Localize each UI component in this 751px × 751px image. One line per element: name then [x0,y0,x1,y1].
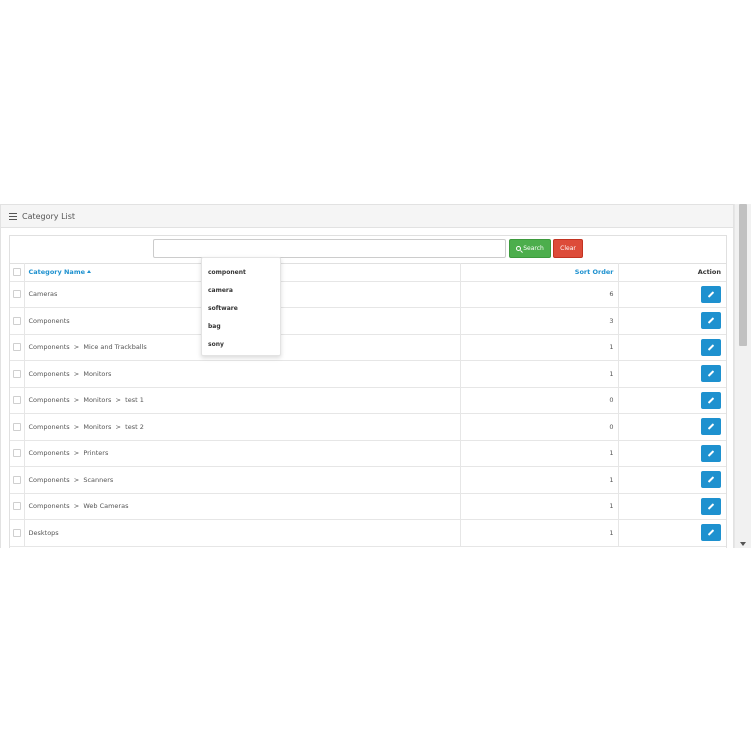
pencil-icon [707,397,715,404]
row-sort-order: 3 [460,307,619,335]
table-row: Components > Monitors 1 [10,360,726,388]
row-sort-order: 0 [460,413,619,441]
row-checkbox[interactable] [12,449,21,458]
row-sort-order: 1 [460,440,619,467]
edit-button[interactable] [701,365,721,383]
row-category-name: Components > Monitors > test 1 [24,387,461,414]
clear-button[interactable]: Clear [553,239,583,258]
row-checkbox[interactable] [12,290,21,299]
header-action-label: Action [697,267,721,276]
edit-button[interactable] [701,418,721,436]
table-row: Components > Scanners 1 [10,466,726,494]
pencil-icon [707,291,715,298]
search-input[interactable] [153,239,506,258]
row-sort-order: 0 [460,387,619,414]
pencil-icon [707,476,715,483]
table-row: Components > Web Cameras 1 [10,493,726,520]
pencil-icon [707,503,715,510]
autocomplete-item[interactable]: component [202,263,280,281]
row-checkbox[interactable] [12,422,21,431]
edit-button[interactable] [701,524,721,542]
row-sort-order: 1 [460,360,619,388]
table-row: Components > Printers 1 [10,440,726,467]
scroll-down-arrow-icon[interactable] [740,542,746,546]
search-icon [516,246,522,251]
table-row: Desktops 1 [10,519,726,547]
row-category-name: Components > Web Cameras [24,493,461,520]
autocomplete-item[interactable]: software [202,299,280,317]
page-frame: Category List Search Clear Category Name… [0,204,751,548]
caret-up-icon [87,270,92,274]
edit-button[interactable] [701,285,721,303]
header-category-name-label: Category Name [28,267,86,276]
edit-button[interactable] [701,338,721,356]
row-sort-order: 1 [460,493,619,520]
category-list-panel: Category List Search Clear Category Name… [0,204,734,548]
table-header-row: Category Name Sort Order Action [10,263,726,282]
header-sort-order[interactable]: Sort Order [460,263,619,282]
search-button-label: Search [523,245,544,252]
edit-button[interactable] [701,497,721,515]
header-sort-order-label: Sort Order [574,267,614,276]
row-category-name: Components > Printers [24,440,461,467]
category-table-area: Search Clear Category Name Sort Order Ac… [9,235,727,548]
search-row: Search Clear [10,236,726,264]
row-category-name: Components > Monitors > test 2 [24,413,461,441]
table-row: Cameras 6 [10,281,726,308]
row-checkbox[interactable] [12,528,21,537]
row-checkbox[interactable] [12,343,21,352]
pencil-icon [707,344,715,351]
row-category-name: Components > Monitors [24,360,461,388]
autocomplete-item[interactable]: bag [202,318,280,336]
row-sort-order: 6 [460,281,619,308]
row-sort-order: 1 [460,519,619,547]
pencil-icon [707,370,715,377]
pencil-icon [707,529,715,536]
pencil-icon [707,450,715,457]
category-table: Category Name Sort Order Action Cameras [10,263,726,547]
row-sort-order: 1 [460,334,619,361]
scrollbar-thumb[interactable] [739,204,747,346]
search-button[interactable]: Search [509,239,551,258]
table-row: Components > Monitors > test 1 0 [10,387,726,414]
row-checkbox[interactable] [12,316,21,325]
panel-heading: Category List [1,205,733,228]
row-checkbox[interactable] [12,502,21,511]
row-checkbox[interactable] [12,475,21,484]
header-action: Action [618,263,726,282]
autocomplete-dropdown: component camera software bag sony [201,257,281,356]
edit-button[interactable] [701,312,721,330]
list-icon [9,212,17,220]
edit-button[interactable] [701,471,721,489]
pencil-icon [707,423,715,430]
pencil-icon [707,317,715,324]
autocomplete-item[interactable]: camera [202,281,280,299]
row-category-name: Desktops [24,519,461,547]
edit-button[interactable] [701,391,721,409]
table-row: Components 3 [10,307,726,335]
header-select-cell [10,263,25,282]
edit-button[interactable] [701,444,721,462]
row-sort-order: 1 [460,466,619,494]
table-row: Components > Monitors > test 2 0 [10,413,726,441]
row-checkbox[interactable] [12,369,21,378]
table-row: Components > Mice and Trackballs 1 [10,334,726,361]
panel-title: Category List [22,211,76,221]
row-checkbox[interactable] [12,396,21,405]
select-all-checkbox[interactable] [12,267,21,276]
row-category-name: Components > Scanners [24,466,461,494]
vertical-scrollbar[interactable] [734,204,751,548]
clear-button-label: Clear [560,245,576,252]
autocomplete-item[interactable]: sony [202,336,280,354]
